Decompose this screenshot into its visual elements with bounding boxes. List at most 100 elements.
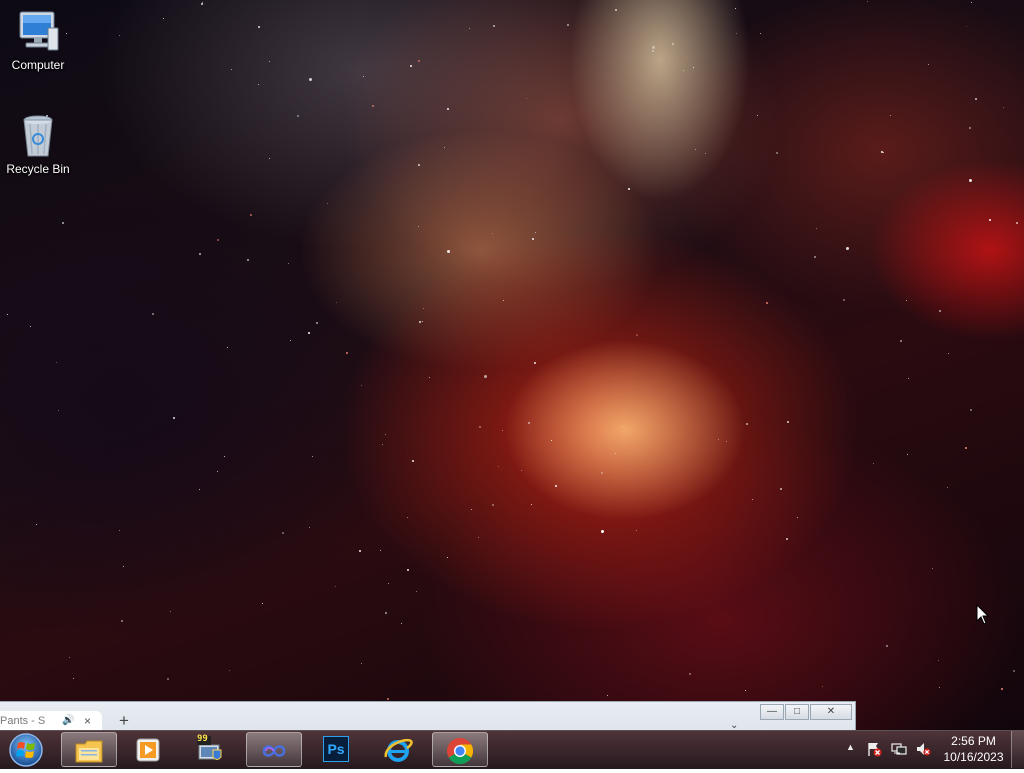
desktop-icon-recycle-bin[interactable]: Recycle Bin — [0, 112, 76, 176]
star — [672, 43, 674, 45]
star — [173, 417, 175, 419]
taskbar-windows-explorer[interactable] — [61, 732, 117, 767]
action-center-flag-icon[interactable] — [866, 741, 882, 757]
star — [628, 188, 630, 190]
new-tab-button[interactable]: + — [119, 712, 129, 729]
desktop-icon-computer[interactable]: Computer — [0, 8, 76, 72]
star — [224, 456, 225, 457]
star — [412, 460, 414, 462]
star — [776, 152, 778, 154]
star — [231, 69, 232, 70]
desktop-background[interactable]: Computer Recycle Bin — [0, 0, 1024, 730]
star — [309, 527, 310, 528]
star — [693, 67, 694, 68]
star — [822, 686, 823, 687]
taskbar-media-player[interactable] — [121, 732, 177, 767]
star — [258, 26, 260, 28]
star — [309, 78, 312, 81]
star — [615, 453, 616, 454]
star — [948, 353, 949, 354]
star — [900, 340, 902, 342]
star — [163, 18, 164, 19]
star — [418, 164, 420, 166]
star — [290, 340, 291, 341]
maximize-button[interactable]: □ — [785, 704, 809, 720]
star — [970, 409, 972, 411]
star — [258, 84, 259, 85]
star — [846, 247, 849, 250]
star — [297, 115, 299, 117]
star — [382, 444, 383, 445]
network-icon[interactable] — [891, 741, 907, 757]
taskbar-chrome[interactable] — [432, 732, 488, 767]
star — [327, 203, 328, 204]
star — [471, 509, 472, 510]
clock-time: 2:56 PM — [951, 734, 996, 748]
star — [387, 698, 389, 700]
star — [1013, 670, 1015, 672]
windows-logo-icon — [9, 733, 43, 767]
star — [760, 33, 761, 34]
star — [601, 472, 603, 474]
star — [939, 687, 940, 688]
star — [787, 421, 789, 423]
star — [695, 149, 696, 150]
star — [262, 603, 263, 604]
star — [484, 375, 487, 378]
star — [752, 499, 753, 500]
volume-muted-icon[interactable] — [915, 741, 931, 757]
show-hidden-icons-button[interactable]: ▲ — [846, 742, 855, 752]
star — [1016, 222, 1018, 224]
star — [469, 28, 470, 29]
star — [282, 532, 284, 534]
browser-tab[interactable]: Pants - S 🔊 × — [0, 711, 102, 731]
clock-date: 10/16/2023 — [943, 750, 1004, 764]
star — [757, 115, 758, 116]
star — [873, 463, 874, 464]
taskbar-security-app[interactable]: 99 — [183, 732, 239, 767]
minimize-button[interactable]: — — [760, 704, 784, 720]
star — [969, 179, 972, 182]
taskbar-internet-explorer[interactable] — [371, 732, 427, 767]
close-button[interactable]: ✕ — [810, 704, 852, 720]
star — [503, 300, 504, 301]
star — [883, 152, 884, 153]
mouse-cursor-icon — [976, 604, 990, 625]
taskbar-photoshop[interactable]: Ps — [309, 732, 365, 767]
star — [601, 530, 604, 533]
tab-close-icon[interactable]: × — [84, 711, 91, 731]
star — [269, 158, 270, 159]
star — [780, 488, 782, 490]
star — [551, 440, 552, 441]
star — [843, 299, 845, 301]
star — [269, 61, 270, 62]
star — [906, 300, 907, 301]
star — [447, 250, 450, 253]
star — [502, 430, 503, 431]
taskbar-infinity-app[interactable] — [246, 732, 302, 767]
star — [447, 108, 449, 110]
star — [493, 25, 495, 27]
star — [683, 70, 684, 71]
star — [119, 530, 120, 531]
star — [689, 673, 691, 675]
star — [816, 228, 817, 229]
start-button[interactable] — [6, 732, 46, 768]
star — [199, 489, 200, 490]
star — [652, 46, 655, 49]
star — [419, 321, 421, 323]
show-desktop-button[interactable] — [1011, 731, 1024, 768]
star — [227, 347, 228, 348]
infinity-icon — [262, 745, 286, 757]
star — [423, 308, 424, 309]
system-clock[interactable]: 2:56 PM 10/16/2023 — [936, 733, 1011, 765]
speaker-icon[interactable]: 🔊 — [62, 711, 74, 731]
star — [36, 524, 37, 525]
star — [479, 426, 481, 428]
star — [336, 302, 337, 303]
browser-window[interactable]: Pants - S 🔊 × + ⌄ — □ ✕ — [0, 701, 856, 731]
star — [247, 259, 249, 261]
star — [62, 222, 64, 224]
star — [966, 26, 967, 27]
star — [217, 471, 218, 472]
